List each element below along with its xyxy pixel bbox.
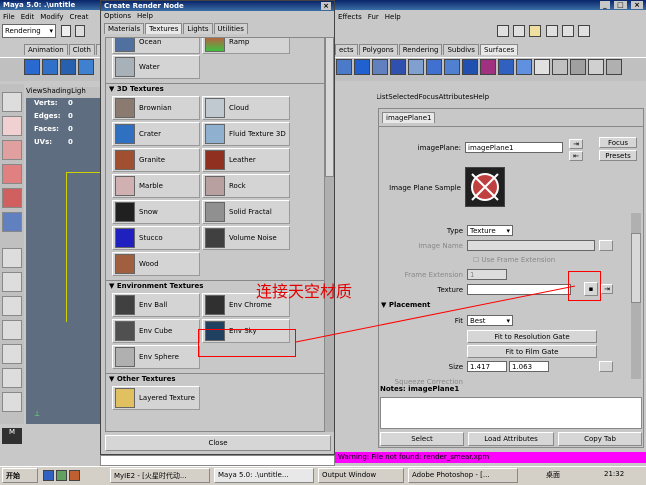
taskbar-item-photoshop[interactable]: Adobe Photoshop - [...: [408, 468, 518, 483]
quick-launch-icon-2[interactable]: [56, 470, 67, 481]
quick-launch: [42, 469, 102, 482]
quick-launch-icon-3[interactable]: [69, 470, 80, 481]
annotation-text: 连接天空材质: [256, 282, 353, 301]
start-button[interactable]: 开始: [2, 468, 38, 483]
taskbar-item-label: MyIE2 - [火星时代动...: [114, 472, 187, 480]
desktop-toolbar[interactable]: 桌面: [546, 470, 560, 480]
taskbar-item-label: Maya 5.0: .\untitle...: [218, 471, 289, 479]
taskbar-item-myie[interactable]: MyIE2 - [火星时代动...: [110, 468, 210, 483]
clock: 21:32: [604, 470, 625, 478]
connector-line: [295, 285, 576, 343]
quick-launch-icon-1[interactable]: [43, 470, 54, 481]
taskbar-item-maya[interactable]: Maya 5.0: .\untitle...: [214, 468, 314, 483]
taskbar-item-output[interactable]: Output Window: [318, 468, 404, 483]
start-label: 开始: [6, 472, 20, 480]
taskbar-item-label: Output Window: [322, 471, 377, 479]
taskbar-item-label: Adobe Photoshop - [...: [412, 471, 490, 479]
